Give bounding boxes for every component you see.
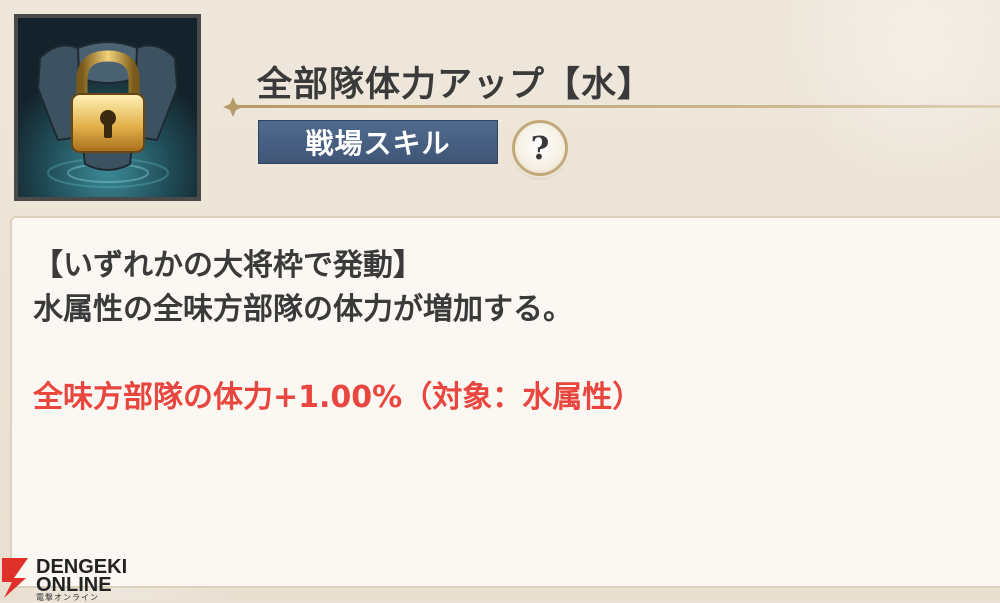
help-button[interactable]: ? <box>512 120 568 176</box>
skill-title: 全部隊体力アップ【水】 <box>257 65 654 105</box>
skill-icon-tile[interactable] <box>14 14 201 201</box>
help-icon: ? <box>530 129 550 167</box>
skill-effect-value: 全味方部隊の体力+1.00%（対象：水属性） <box>33 380 643 415</box>
skill-category-tag: 戦場スキル <box>258 120 498 164</box>
skill-trigger-condition: 【いずれかの大将枠で発動】 <box>33 248 423 283</box>
skill-description: 水属性の全味方部隊の体力が増加する。 <box>33 292 573 327</box>
watermark-sub: 電撃オンライン <box>36 593 99 602</box>
armor-icon <box>18 18 197 197</box>
title-divider <box>232 105 1000 108</box>
